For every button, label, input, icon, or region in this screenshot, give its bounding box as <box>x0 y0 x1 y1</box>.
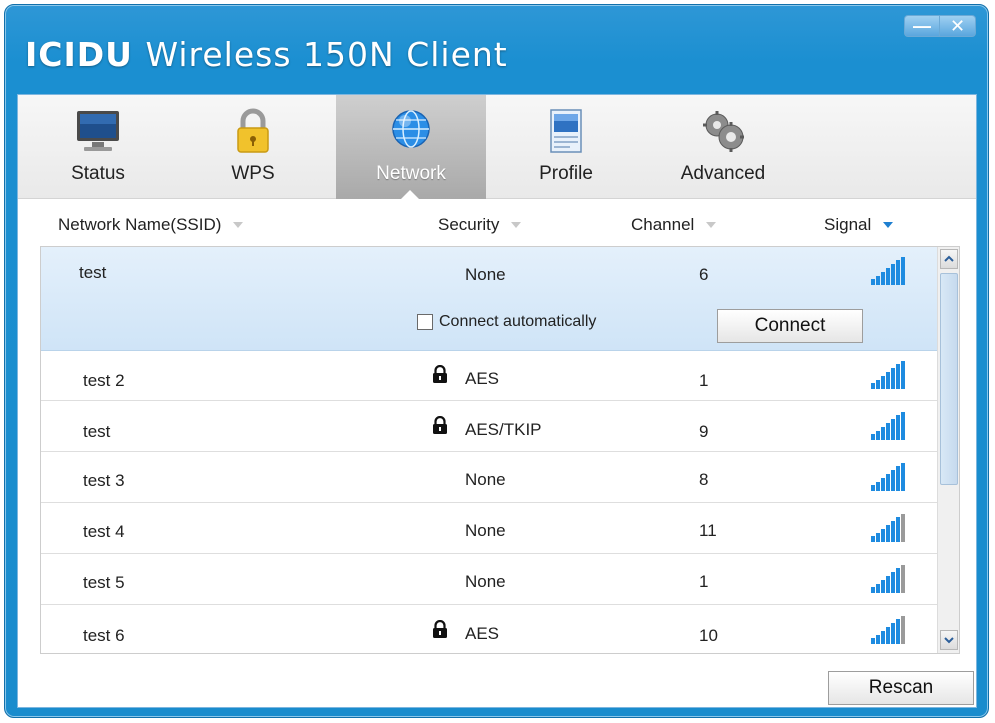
network-row[interactable]: test 5 None 1 <box>41 555 939 605</box>
tab-label: Profile <box>539 163 593 184</box>
toolbar: Status WPS Network Profile Advanced <box>18 95 976 199</box>
connect-automatically-option[interactable]: Connect automatically <box>417 313 596 331</box>
column-header-label: Security <box>438 215 500 234</box>
sort-arrow-icon <box>233 222 244 228</box>
network-channel: 1 <box>699 572 709 591</box>
tab-label: Advanced <box>680 163 766 184</box>
tab-network[interactable]: Network <box>336 95 486 199</box>
chevron-up-icon <box>944 255 954 262</box>
app-window: ICIDU Wireless 150N Client — ✕ Status WP… <box>4 4 989 718</box>
network-row[interactable]: test 3 None 8 <box>41 453 939 503</box>
lock-icon <box>433 620 447 638</box>
sort-arrow-icon <box>511 222 522 228</box>
signal-strength-icon <box>871 361 905 389</box>
network-channel: 1 <box>699 371 709 390</box>
signal-strength-icon <box>871 257 905 285</box>
main-panel: Status WPS Network Profile Advanced Netw… <box>17 94 977 708</box>
network-row[interactable]: test AES/TKIP 9 <box>41 402 939 452</box>
tab-profile[interactable]: Profile <box>491 95 641 199</box>
signal-strength-icon <box>871 514 905 542</box>
network-ssid: test 6 <box>83 626 125 645</box>
network-ssid: test <box>83 422 111 441</box>
tab-advanced[interactable]: Advanced <box>648 95 798 199</box>
network-ssid: test <box>79 263 107 282</box>
column-header-channel[interactable]: Channel <box>631 215 717 235</box>
network-security: AES <box>465 369 500 388</box>
network-channel: 8 <box>699 470 709 489</box>
window-controls: — ✕ <box>904 15 976 41</box>
network-ssid: test 2 <box>83 371 125 390</box>
column-header-label: Signal <box>824 215 872 234</box>
scrollbar-thumb[interactable] <box>940 273 958 485</box>
signal-strength-icon <box>871 565 905 593</box>
chevron-down-icon <box>944 637 954 644</box>
column-header-security[interactable]: Security <box>438 215 522 235</box>
globe-icon <box>392 110 430 148</box>
lock-icon <box>433 365 447 383</box>
column-header-ssid[interactable]: Network Name(SSID) <box>58 215 244 235</box>
connect-button[interactable]: Connect <box>717 309 863 343</box>
padlock-icon <box>237 108 269 153</box>
active-tab-indicator <box>401 190 419 199</box>
network-ssid: test 4 <box>83 522 125 541</box>
network-ssid: test 5 <box>83 573 125 592</box>
gears-icon <box>703 111 744 152</box>
network-row[interactable]: test 6 AES 10 <box>41 606 939 653</box>
sort-arrow-icon <box>883 222 894 228</box>
product-name: Wireless 150N Client <box>145 35 508 74</box>
minimize-button[interactable]: — <box>904 15 940 37</box>
network-ssid: test 3 <box>83 471 125 490</box>
signal-strength-icon <box>871 616 905 644</box>
network-security: AES <box>465 624 500 643</box>
network-security: None <box>465 470 506 489</box>
column-headers: Network Name(SSID) Security Channel Sign… <box>38 205 938 241</box>
window-title: ICIDU Wireless 150N Client <box>25 35 508 74</box>
network-security: AES/TKIP <box>465 420 542 439</box>
scroll-up-button[interactable] <box>940 249 958 269</box>
sort-arrow-icon <box>706 222 717 228</box>
connect-automatically-label: Connect automatically <box>439 313 597 330</box>
monitor-icon <box>77 111 119 151</box>
network-list: test None 6 Connect automatically Connec… <box>40 246 960 654</box>
signal-strength-icon <box>871 412 905 440</box>
rescan-button[interactable]: Rescan <box>828 671 974 705</box>
column-header-signal[interactable]: Signal <box>824 215 894 235</box>
tab-label: Network <box>376 163 446 184</box>
tab-label: WPS <box>231 163 275 184</box>
network-security: None <box>465 521 506 540</box>
column-header-label: Channel <box>631 215 695 234</box>
list-scrollbar[interactable] <box>937 247 959 653</box>
close-button[interactable]: ✕ <box>940 15 976 37</box>
network-channel: 11 <box>699 521 717 540</box>
network-row-selected[interactable]: test None 6 Connect automatically Connec… <box>41 247 939 351</box>
scroll-down-button[interactable] <box>940 630 958 650</box>
tab-status[interactable]: Status <box>23 95 173 199</box>
network-channel: 10 <box>699 626 718 645</box>
network-channel: 9 <box>699 422 709 441</box>
lock-icon <box>433 416 447 434</box>
network-row[interactable]: test 4 None 11 <box>41 504 939 554</box>
connect-automatically-checkbox[interactable] <box>417 314 433 330</box>
minimize-icon: — <box>913 15 931 36</box>
signal-strength-icon <box>871 463 905 491</box>
column-header-label: Network Name(SSID) <box>58 215 222 234</box>
tab-label: Status <box>71 163 125 184</box>
profile-document-icon <box>550 109 582 153</box>
tab-wps[interactable]: WPS <box>178 95 328 199</box>
network-channel: 6 <box>699 265 709 284</box>
close-icon: ✕ <box>949 15 966 36</box>
network-security: None <box>465 572 506 591</box>
network-security: None <box>465 265 506 284</box>
network-row[interactable]: test 2 AES 1 <box>41 351 939 401</box>
brand-name: ICIDU <box>25 35 133 74</box>
